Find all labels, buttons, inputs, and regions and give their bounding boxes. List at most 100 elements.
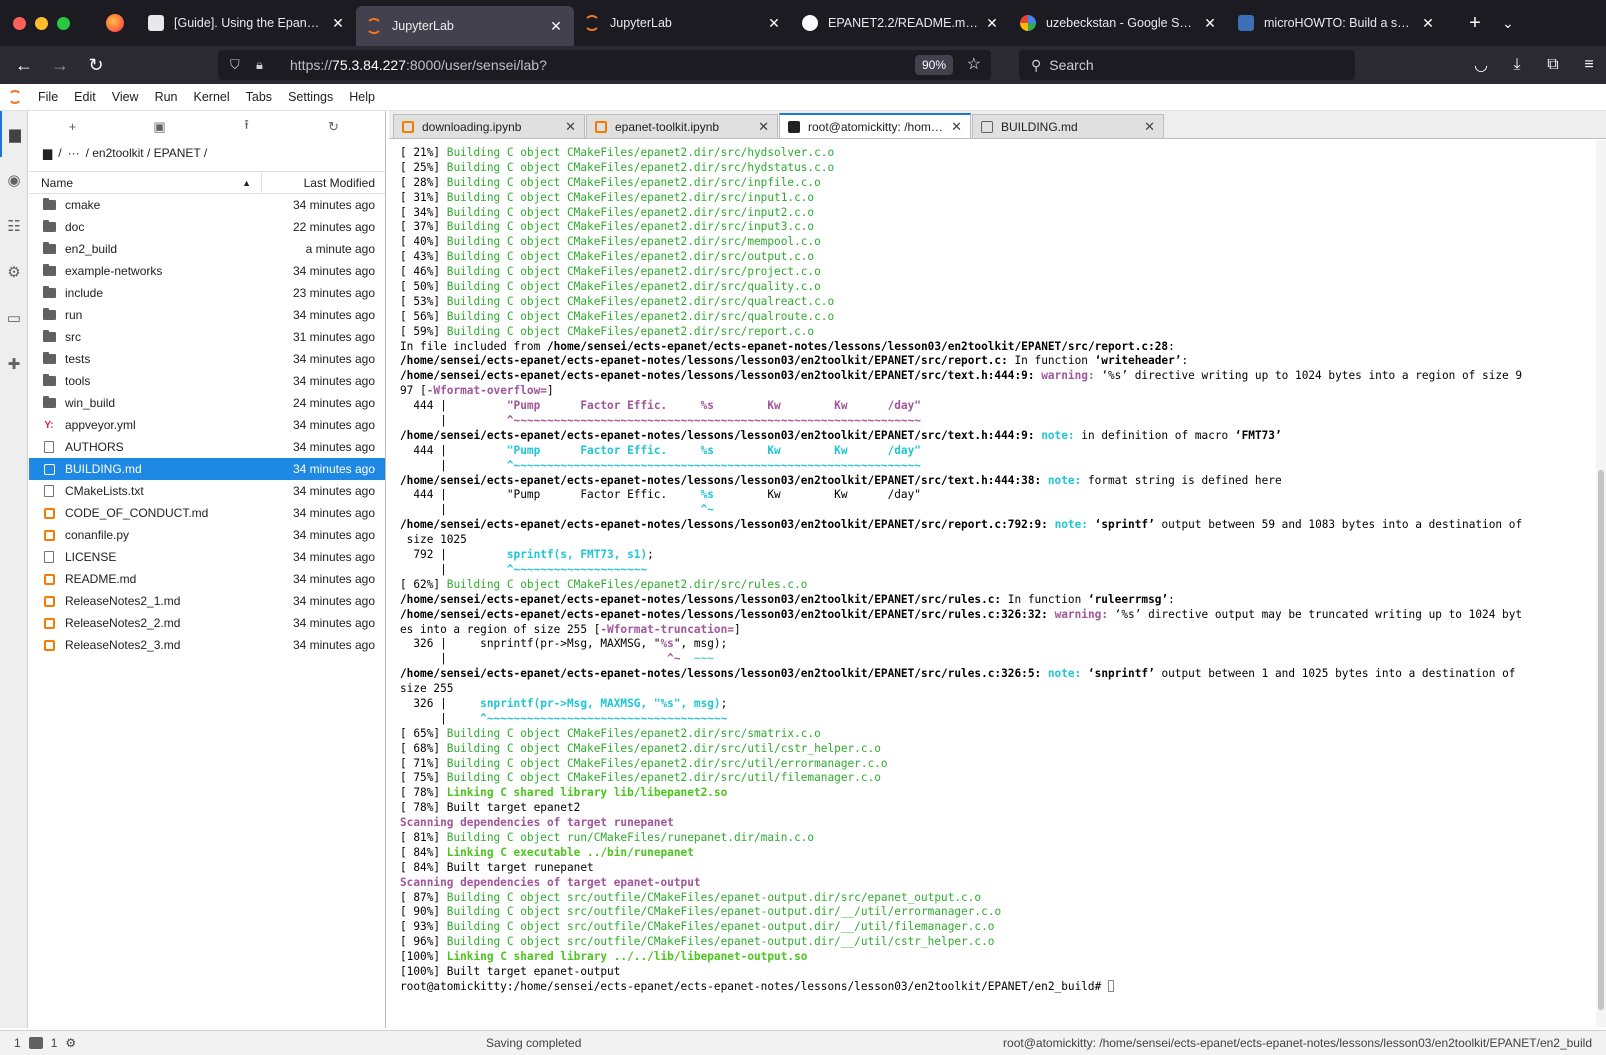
maximize-window-button[interactable] xyxy=(57,16,70,30)
file-list-item[interactable]: tests 34 minutes ago xyxy=(29,348,385,370)
property-inspector-icon[interactable]: ⚙ xyxy=(0,249,28,295)
browser-tab[interactable]: EPANET2.2/README.md at master ✕ xyxy=(792,0,1010,46)
search-bar[interactable]: ⚲ Search xyxy=(1019,50,1355,80)
browser-tab[interactable]: JupyterLab ✕ xyxy=(356,6,574,46)
menu-help[interactable]: Help xyxy=(341,90,383,104)
file-name: cmake xyxy=(65,198,101,212)
menu-kernel[interactable]: Kernel xyxy=(186,90,238,104)
file-list-item[interactable]: conanfile.py 34 minutes ago xyxy=(29,524,385,546)
file-list-item[interactable]: Y: appveyor.yml 34 minutes ago xyxy=(29,414,385,436)
browser-tab[interactable]: uzebeckstan - Google Search ✕ xyxy=(1010,0,1228,46)
modified-column-header[interactable]: Last Modified xyxy=(262,176,385,190)
close-tab-icon[interactable]: ✕ xyxy=(565,119,576,135)
extension-manager-icon[interactable]: ✚ xyxy=(0,341,28,387)
url-bar[interactable]: ⛉ 🔒︎ https://75.3.84.227:8000/user/sense… xyxy=(218,50,991,80)
close-window-button[interactable] xyxy=(13,16,26,30)
file-list-item[interactable]: doc 22 minutes ago xyxy=(29,216,385,238)
extensions-icon[interactable]: ⧉ xyxy=(1542,56,1564,74)
close-tab-icon[interactable]: ✕ xyxy=(1202,15,1218,32)
document-tab[interactable]: epanet-toolkit.ipynb ✕ xyxy=(586,114,778,138)
terminal-segment: sprintf(s, FMT73, s1) xyxy=(506,548,648,562)
open-tabs-icon[interactable]: ▭ xyxy=(0,295,28,341)
downloads-icon[interactable]: ⤓ xyxy=(1506,56,1528,74)
menu-run[interactable]: Run xyxy=(147,90,186,104)
document-tab[interactable]: BUILDING.md ✕ xyxy=(972,114,1164,138)
kernel-gear-icon[interactable]: ⚙ xyxy=(65,1036,76,1050)
terminal-scrollbar[interactable] xyxy=(1596,140,1606,1027)
menu-icon[interactable]: ≡ xyxy=(1578,56,1600,74)
new-folder-icon[interactable]: ▣ xyxy=(116,119,203,135)
terminal-output[interactable]: [ 21%] Building C object CMakeFiles/epan… xyxy=(389,140,1596,1027)
menu-edit[interactable]: Edit xyxy=(66,90,104,104)
status-count-2[interactable]: 1 xyxy=(51,1036,58,1050)
document-tab[interactable]: root@atomickitty: /home/sei ✕ xyxy=(779,113,971,138)
file-list-item[interactable]: BUILDING.md 34 minutes ago xyxy=(29,458,385,480)
file-list-item[interactable]: ReleaseNotes2_3.md 34 minutes ago xyxy=(29,634,385,656)
reload-icon[interactable]: ↻ xyxy=(78,55,114,76)
screen: [Guide]. Using the Epanet toolkit✕Jupyte… xyxy=(0,0,1606,1055)
scrollbar-thumb[interactable] xyxy=(1598,470,1604,1010)
status-count-1[interactable]: 1 xyxy=(14,1036,21,1050)
file-list-item[interactable]: ReleaseNotes2_1.md 34 minutes ago xyxy=(29,590,385,612)
file-list-item[interactable]: run 34 minutes ago xyxy=(29,304,385,326)
close-tab-icon[interactable]: ✕ xyxy=(766,15,782,32)
file-list-item[interactable]: LICENSE 34 minutes ago xyxy=(29,546,385,568)
file-list-item[interactable]: cmake 34 minutes ago xyxy=(29,194,385,216)
list-all-tabs-icon[interactable]: ⌄ xyxy=(1502,15,1514,32)
file-list-item[interactable]: win_build 24 minutes ago xyxy=(29,392,385,414)
file-list-item[interactable]: en2_build a minute ago xyxy=(29,238,385,260)
close-tab-icon[interactable]: ✕ xyxy=(1420,15,1436,32)
close-tab-icon[interactable]: ✕ xyxy=(951,119,962,135)
file-list-item[interactable]: CODE_OF_CONDUCT.md 34 minutes ago xyxy=(29,502,385,524)
name-column-header[interactable]: Name ▲ xyxy=(29,171,262,194)
new-tab-button[interactable]: + xyxy=(1460,12,1490,35)
new-launcher-icon[interactable]: + xyxy=(29,119,116,134)
close-tab-icon[interactable]: ✕ xyxy=(758,119,769,135)
upload-icon[interactable]: ⭱ xyxy=(203,116,290,138)
browser-tab[interactable]: [Guide]. Using the Epanet toolkit ✕ xyxy=(138,0,356,46)
file-list-item[interactable]: include 23 minutes ago xyxy=(29,282,385,304)
file-list-item[interactable]: README.md 34 minutes ago xyxy=(29,568,385,590)
file-list-item[interactable]: tools 34 minutes ago xyxy=(29,370,385,392)
firefox-icon[interactable] xyxy=(106,14,124,32)
commands-icon[interactable]: ☷ xyxy=(0,203,28,249)
python-file-icon xyxy=(41,507,57,519)
status-terminal-path: root@atomickitty: /home/sensei/ects-epan… xyxy=(1003,1036,1592,1050)
terminal-line: 444 | "Pump Factor Effic. %s Kw Kw /day" xyxy=(400,399,1596,414)
browser-tab[interactable]: JupyterLab ✕ xyxy=(574,0,792,46)
bookmark-star-icon[interactable]: ☆ xyxy=(967,54,981,74)
zoom-level-button[interactable]: 90% xyxy=(914,55,953,75)
minimize-window-button[interactable] xyxy=(35,16,48,30)
menu-tabs[interactable]: Tabs xyxy=(238,90,280,104)
tracking-shield-icon[interactable]: ⛉ xyxy=(230,57,252,73)
file-list-item[interactable]: ReleaseNotes2_2.md 34 minutes ago xyxy=(29,612,385,634)
file-browser-toolbar: + ▣ ⭱ ↻ xyxy=(29,111,385,142)
breadcrumb-path[interactable]: / en2toolkit / EPANET / xyxy=(86,146,208,160)
running-sessions-icon[interactable]: ◉ xyxy=(0,157,28,203)
file-list-item[interactable]: AUTHORS 34 minutes ago xyxy=(29,436,385,458)
menu-settings[interactable]: Settings xyxy=(280,90,341,104)
refresh-icon[interactable]: ↻ xyxy=(290,119,377,135)
terminal-segment: Building C object CMakeFiles/epanet2.dir… xyxy=(446,309,835,323)
menu-view[interactable]: View xyxy=(104,90,147,104)
breadcrumb-ellipsis[interactable]: ··· xyxy=(68,146,80,160)
menu-file[interactable]: File xyxy=(30,90,66,104)
close-tab-icon[interactable]: ✕ xyxy=(330,15,346,32)
file-browser-tab-icon[interactable]: ▆ xyxy=(0,111,28,157)
file-list-item[interactable]: src 31 minutes ago xyxy=(29,326,385,348)
file-list-item[interactable]: example-networks 34 minutes ago xyxy=(29,260,385,282)
close-tab-icon[interactable]: ✕ xyxy=(984,15,1000,32)
close-tab-icon[interactable]: ✕ xyxy=(1144,119,1155,135)
home-folder-icon[interactable]: ▆ xyxy=(43,146,52,160)
forward-arrow-icon[interactable]: → xyxy=(42,55,78,76)
lock-icon[interactable]: 🔒︎ xyxy=(256,57,278,73)
document-tab[interactable]: downloading.ipynb ✕ xyxy=(393,114,585,138)
url-text[interactable]: https://75.3.84.227:8000/user/sensei/lab… xyxy=(290,57,547,73)
close-tab-icon[interactable]: ✕ xyxy=(548,18,564,35)
back-arrow-icon[interactable]: ← xyxy=(6,55,42,76)
pocket-icon[interactable]: ◡ xyxy=(1470,55,1492,75)
browser-tab[interactable]: microHOWTO: Build a shared lib ✕ xyxy=(1228,0,1446,46)
breadcrumb-root[interactable]: / xyxy=(58,146,61,160)
terminal-segment: [ 93%] xyxy=(400,920,447,934)
file-list-item[interactable]: CMakeLists.txt 34 minutes ago xyxy=(29,480,385,502)
